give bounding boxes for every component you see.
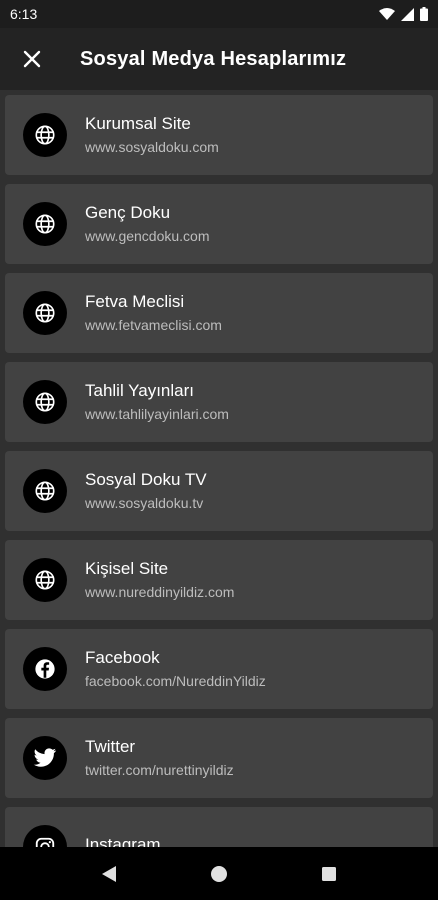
globe-icon bbox=[23, 113, 67, 157]
recents-icon bbox=[322, 866, 336, 881]
close-icon bbox=[23, 50, 41, 68]
account-url: twitter.com/nurettinyildiz bbox=[85, 762, 234, 778]
home-button[interactable] bbox=[189, 847, 249, 900]
list-item[interactable]: Twitter twitter.com/nurettinyildiz bbox=[5, 718, 433, 798]
recents-button[interactable] bbox=[299, 847, 359, 900]
status-icons bbox=[379, 7, 428, 21]
globe-icon bbox=[23, 291, 67, 335]
account-url: www.gencdoku.com bbox=[85, 228, 210, 244]
account-url: www.sosyaldoku.com bbox=[85, 139, 219, 155]
page-title: Sosyal Medya Hesaplarımız bbox=[80, 47, 347, 70]
account-url: www.tahlilyayinlari.com bbox=[85, 406, 229, 422]
account-title: Kurumsal Site bbox=[85, 114, 191, 133]
globe-icon bbox=[23, 202, 67, 246]
account-url: www.nureddinyildiz.com bbox=[85, 584, 235, 600]
globe-icon bbox=[23, 558, 67, 602]
list-item[interactable]: Facebook facebook.com/NureddinYildiz bbox=[5, 629, 433, 709]
account-title: Fetva Meclisi bbox=[85, 292, 185, 311]
account-title: Twitter bbox=[85, 737, 136, 756]
app-bar: Sosyal Medya Hesaplarımız bbox=[0, 28, 438, 90]
signal-icon bbox=[401, 7, 414, 21]
back-button[interactable] bbox=[79, 847, 139, 900]
list-item[interactable]: Fetva Meclisi www.fetvameclisi.com bbox=[5, 273, 433, 353]
list-item[interactable]: Tahlil Yayınları www.tahlilyayinlari.com bbox=[5, 362, 433, 442]
system-nav-bar bbox=[0, 847, 438, 900]
accounts-list[interactable]: Kurumsal Site www.sosyaldoku.com Genç Do… bbox=[0, 90, 438, 847]
twitter-icon bbox=[23, 736, 67, 780]
list-item[interactable]: Genç Doku www.gencdoku.com bbox=[5, 184, 433, 264]
globe-icon bbox=[23, 469, 67, 513]
account-title: Sosyal Doku TV bbox=[85, 470, 207, 489]
account-url: www.sosyaldoku.tv bbox=[85, 495, 204, 511]
account-title: Genç Doku bbox=[85, 203, 171, 222]
globe-icon bbox=[23, 380, 67, 424]
account-title: Instagram bbox=[85, 835, 161, 847]
battery-icon bbox=[420, 7, 428, 21]
list-item[interactable]: Sosyal Doku TV www.sosyaldoku.tv bbox=[5, 451, 433, 531]
home-icon bbox=[211, 865, 227, 882]
list-item[interactable]: Instagram bbox=[5, 807, 433, 847]
close-button[interactable] bbox=[10, 37, 54, 81]
account-title: Tahlil Yayınları bbox=[85, 381, 194, 400]
instagram-icon bbox=[23, 825, 67, 847]
account-url: facebook.com/NureddinYildiz bbox=[85, 673, 266, 689]
status-time: 6:13 bbox=[10, 6, 38, 22]
list-item[interactable]: Kurumsal Site www.sosyaldoku.com bbox=[5, 95, 433, 175]
status-bar: 6:13 bbox=[0, 0, 438, 28]
account-title: Kişisel Site bbox=[85, 559, 169, 578]
back-icon bbox=[102, 865, 116, 882]
wifi-icon bbox=[379, 7, 395, 20]
account-title: Facebook bbox=[85, 648, 160, 667]
account-url: www.fetvameclisi.com bbox=[85, 317, 222, 333]
facebook-icon bbox=[23, 647, 67, 691]
list-item[interactable]: Kişisel Site www.nureddinyildiz.com bbox=[5, 540, 433, 620]
